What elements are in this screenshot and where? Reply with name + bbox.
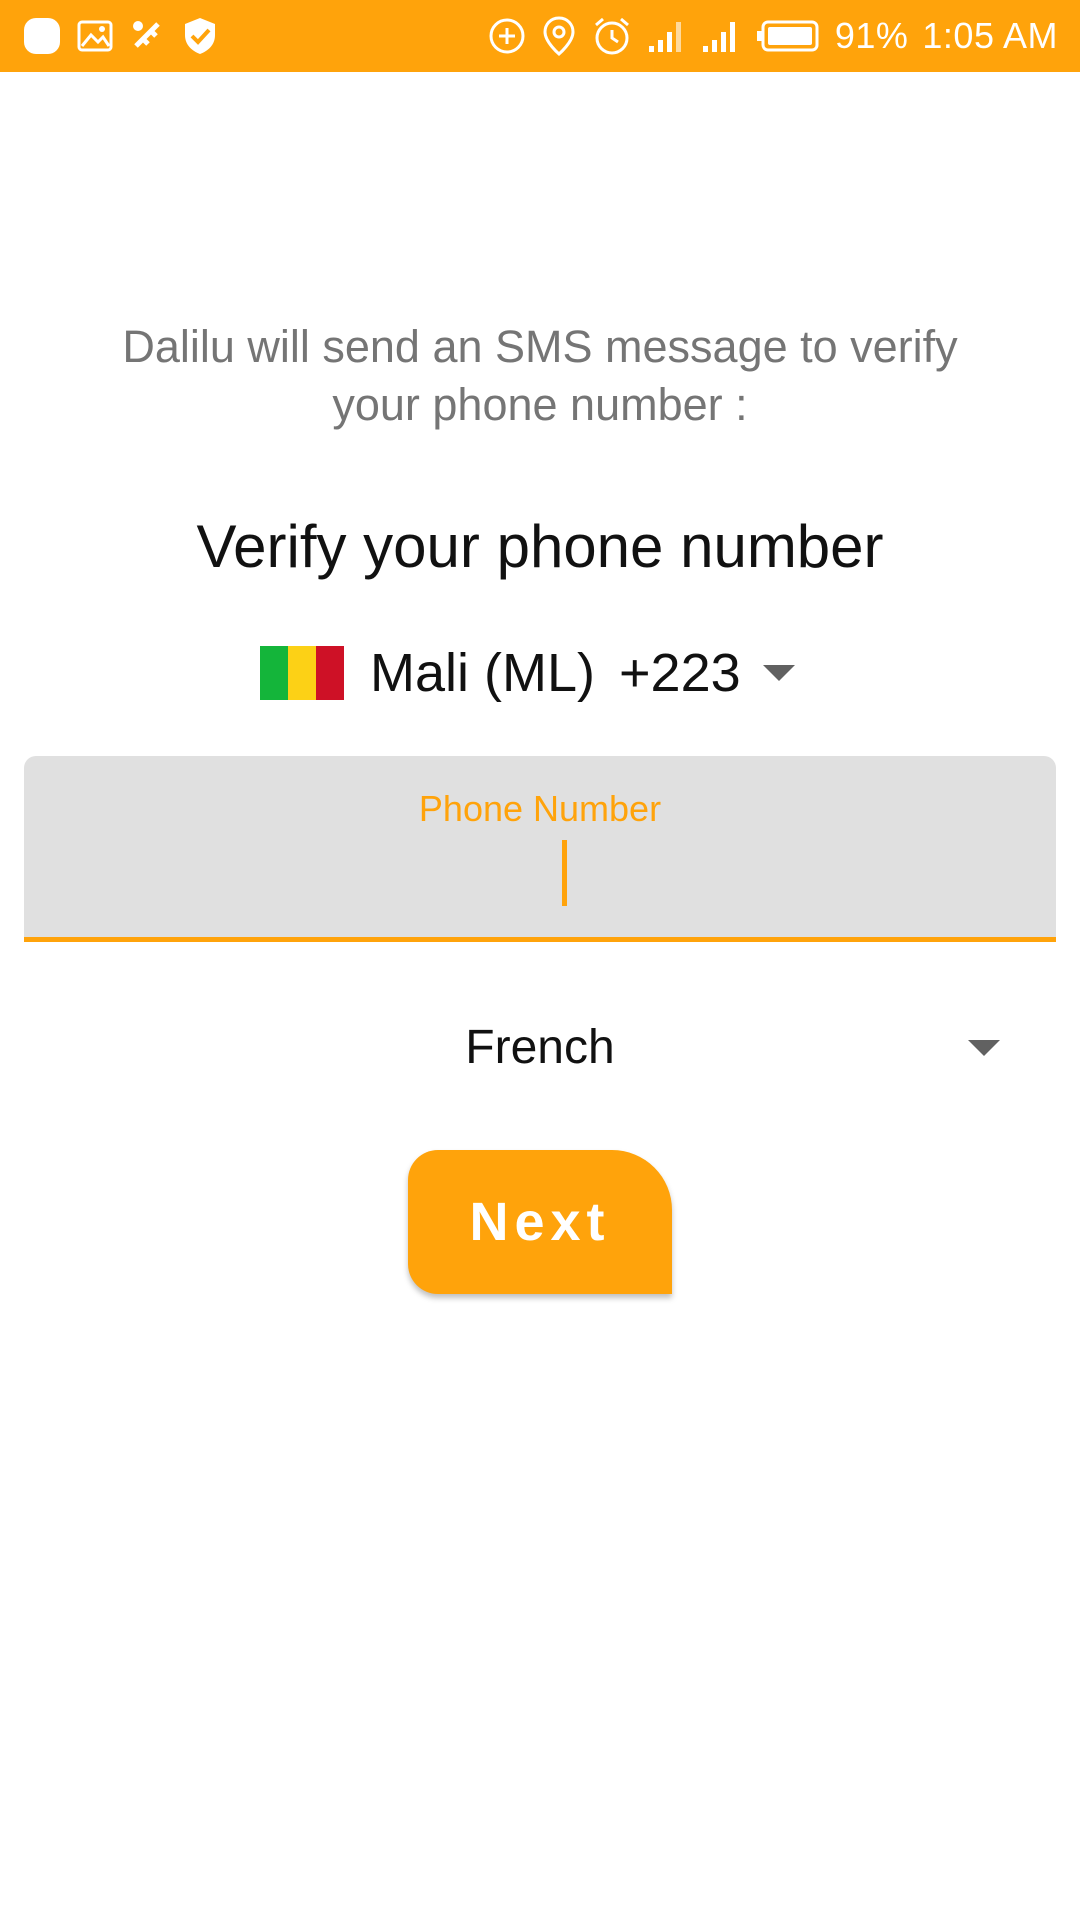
chevron-down-icon — [762, 665, 795, 681]
status-bar: 91% 1:05 AM — [0, 0, 1080, 72]
flag-stripe-yellow — [288, 646, 316, 700]
app-notification-icon — [22, 16, 62, 56]
mali-flag-icon — [260, 646, 344, 700]
chevron-down-icon — [968, 1040, 1000, 1056]
status-bar-right: 91% 1:05 AM — [473, 15, 1058, 57]
intro-text: Dalilu will send an SMS message to verif… — [122, 321, 958, 430]
location-icon — [541, 15, 577, 57]
country-picker[interactable]: Mali (ML) +223 — [260, 638, 820, 708]
shield-check-icon — [182, 16, 218, 56]
signal-icon — [701, 18, 741, 54]
status-bar-left — [22, 16, 232, 56]
text-cursor — [562, 840, 567, 906]
flag-stripe-green — [260, 646, 288, 700]
flag-stripe-red — [316, 646, 344, 700]
status-time: 1:05 AM — [922, 15, 1058, 56]
signal-icon — [647, 18, 687, 54]
language-selected: French — [465, 1021, 615, 1074]
country-code: +223 — [619, 643, 741, 703]
phone-number-field[interactable]: Phone Number — [24, 756, 1056, 942]
phone-number-input[interactable] — [24, 842, 1056, 912]
data-saver-icon — [487, 16, 527, 56]
page-title: Verify your phone number — [196, 513, 884, 580]
country-name: Mali (ML) — [370, 643, 595, 703]
battery-icon — [755, 19, 821, 53]
battery-percent: 91% — [834, 15, 909, 56]
alarm-icon — [591, 15, 633, 57]
image-icon — [76, 17, 114, 55]
language-select[interactable]: French — [24, 1010, 1056, 1086]
phone-number-label: Phone Number — [418, 788, 662, 829]
next-button[interactable]: Next — [408, 1150, 672, 1294]
fake-gps-icon — [128, 16, 168, 56]
